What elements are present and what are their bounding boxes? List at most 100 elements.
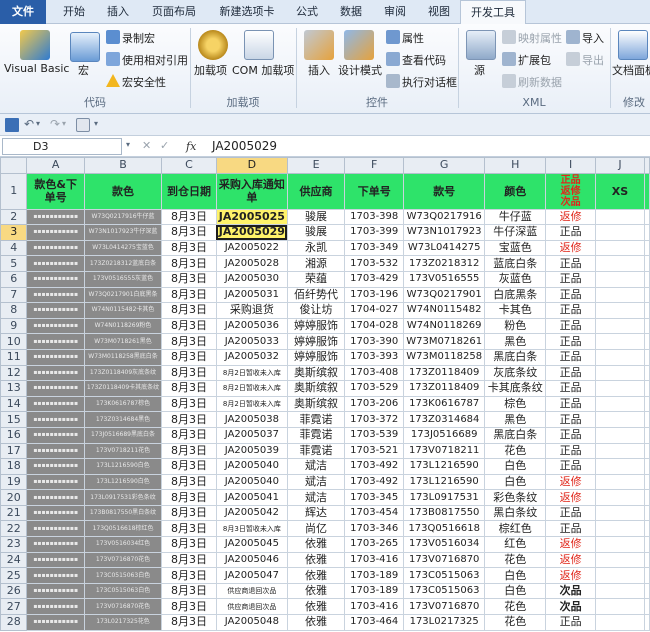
- cell[interactable]: W73Q0217901: [403, 286, 486, 304]
- cell[interactable]: 供应商退回次品: [215, 582, 288, 600]
- tab-file[interactable]: 文件: [0, 0, 46, 24]
- cell[interactable]: 奥斯缤叙: [286, 380, 346, 397]
- cell[interactable]: 173Z0118409: [403, 364, 486, 382]
- cell[interactable]: 卡其色: [484, 302, 547, 319]
- cell[interactable]: ▪▪▪▪▪▪▪▪▪▪▪: [26, 598, 85, 616]
- cell[interactable]: [644, 317, 650, 335]
- cell[interactable]: ▪▪▪▪▪▪▪▪▪▪▪: [26, 520, 85, 538]
- cell[interactable]: 返修: [545, 536, 596, 553]
- cell[interactable]: 返修: [545, 551, 596, 569]
- cell[interactable]: 173V0718211花色: [83, 442, 163, 460]
- select-all-corner[interactable]: [0, 157, 28, 174]
- cell[interactable]: [644, 504, 650, 522]
- cell[interactable]: 173L1216590白色: [83, 458, 163, 475]
- cell[interactable]: JA2005037: [215, 426, 288, 444]
- undo-icon[interactable]: ↶: [24, 117, 34, 131]
- cell[interactable]: 8月3日: [161, 239, 217, 257]
- column-title[interactable]: 采购入库通知单: [215, 172, 288, 210]
- relative-reference-button[interactable]: 使用相对引用: [122, 52, 188, 68]
- row-header[interactable]: 24: [0, 551, 28, 569]
- cell[interactable]: 1704-028: [344, 317, 405, 335]
- tab-view[interactable]: 视图: [418, 0, 460, 24]
- cell[interactable]: 173Z0218312蓝底白条: [83, 255, 163, 272]
- cell[interactable]: JA2005040: [215, 458, 288, 475]
- cell[interactable]: 173J0516689黑底白条: [83, 426, 163, 444]
- column-header-h[interactable]: H: [484, 157, 547, 174]
- cell[interactable]: 173V0516555: [403, 270, 486, 288]
- cell[interactable]: W73M0118258: [403, 348, 486, 366]
- cell[interactable]: 1703-529: [344, 380, 405, 397]
- tab-new-tab[interactable]: 新建选项卡: [210, 0, 284, 24]
- cell[interactable]: [594, 208, 646, 226]
- cell[interactable]: 辉达: [286, 504, 346, 522]
- import-button[interactable]: 导入: [582, 30, 604, 46]
- cell[interactable]: 1703-464: [344, 614, 405, 631]
- cell[interactable]: [594, 380, 646, 397]
- cell[interactable]: ▪▪▪▪▪▪▪▪▪▪▪: [26, 458, 85, 475]
- cell[interactable]: 173Z0314684: [403, 411, 486, 428]
- cell[interactable]: ▪▪▪▪▪▪▪▪▪▪▪: [26, 224, 85, 241]
- cell[interactable]: [594, 333, 646, 350]
- cell[interactable]: JA2005032: [215, 348, 288, 366]
- cell[interactable]: [644, 614, 650, 631]
- column-header-i[interactable]: I: [545, 157, 596, 174]
- cell[interactable]: 黑底白条: [484, 348, 547, 366]
- cell[interactable]: 正品: [545, 224, 596, 241]
- cell[interactable]: ▪▪▪▪▪▪▪▪▪▪▪: [26, 317, 85, 335]
- cell[interactable]: 173Q0516618棕红色: [83, 520, 163, 538]
- refresh-data-button[interactable]: 刷新数据: [518, 74, 562, 90]
- row-header[interactable]: 21: [0, 504, 28, 522]
- cell[interactable]: 173L0217325: [403, 614, 486, 631]
- cell[interactable]: 8月3日: [161, 270, 217, 288]
- cell[interactable]: [644, 364, 650, 382]
- xml-source-button[interactable]: 源: [474, 62, 485, 78]
- addins-button[interactable]: 加载项: [194, 62, 227, 78]
- cell[interactable]: 返修: [545, 473, 596, 491]
- cell[interactable]: 返修: [545, 489, 596, 506]
- cell[interactable]: ▪▪▪▪▪▪▪▪▪▪▪: [26, 302, 85, 319]
- column-title[interactable]: 颜色: [484, 172, 547, 210]
- cell[interactable]: [644, 348, 650, 366]
- cell[interactable]: 白色: [484, 458, 547, 475]
- save-icon[interactable]: [5, 118, 19, 132]
- row-header[interactable]: 18: [0, 458, 28, 475]
- cell[interactable]: 正品: [545, 286, 596, 304]
- cell[interactable]: 正品: [545, 302, 596, 319]
- row-header[interactable]: 20: [0, 489, 28, 506]
- cell[interactable]: ▪▪▪▪▪▪▪▪▪▪▪: [26, 270, 85, 288]
- cell[interactable]: 正品: [545, 364, 596, 382]
- cell[interactable]: [644, 411, 650, 428]
- name-box-dropdown-icon[interactable]: ▾: [126, 140, 130, 149]
- cell[interactable]: ▪▪▪▪▪▪▪▪▪▪▪: [26, 208, 85, 226]
- column-header-g[interactable]: G: [403, 157, 486, 174]
- cell[interactable]: 173K0616787棕色: [83, 395, 163, 413]
- cell[interactable]: 正品: [545, 317, 596, 335]
- cell[interactable]: JA2005047: [215, 567, 288, 584]
- cell[interactable]: JA2005039: [215, 442, 288, 460]
- cell[interactable]: [644, 489, 650, 506]
- chevron-down-icon[interactable]: ▾: [62, 119, 66, 128]
- cell[interactable]: 正品: [545, 395, 596, 413]
- cell[interactable]: 正品: [545, 504, 596, 522]
- cell[interactable]: JA2005038: [215, 411, 288, 428]
- cell[interactable]: 8月3日: [161, 567, 217, 584]
- cell[interactable]: 依雅: [286, 567, 346, 584]
- cell[interactable]: 1703-416: [344, 551, 405, 569]
- view-code-button[interactable]: 查看代码: [402, 52, 446, 68]
- cell[interactable]: 菲霓诺: [286, 442, 346, 460]
- cell[interactable]: [644, 536, 650, 553]
- row-header[interactable]: 16: [0, 426, 28, 444]
- cell[interactable]: 白色: [484, 567, 547, 584]
- cell[interactable]: 次品: [545, 598, 596, 616]
- cell[interactable]: 173L0217325花色: [83, 614, 163, 631]
- cell[interactable]: [644, 458, 650, 475]
- row-header[interactable]: 12: [0, 364, 28, 382]
- tab-formulas[interactable]: 公式: [286, 0, 328, 24]
- cell[interactable]: 8月3日: [161, 364, 217, 382]
- column-header-f[interactable]: F: [344, 157, 405, 174]
- design-mode-button[interactable]: 设计模式: [338, 62, 382, 78]
- cell[interactable]: 1703-346: [344, 520, 405, 538]
- cell[interactable]: 173L1216590白色: [83, 473, 163, 491]
- cell[interactable]: 牛仔深蓝: [484, 224, 547, 241]
- row-header[interactable]: 6: [0, 270, 28, 288]
